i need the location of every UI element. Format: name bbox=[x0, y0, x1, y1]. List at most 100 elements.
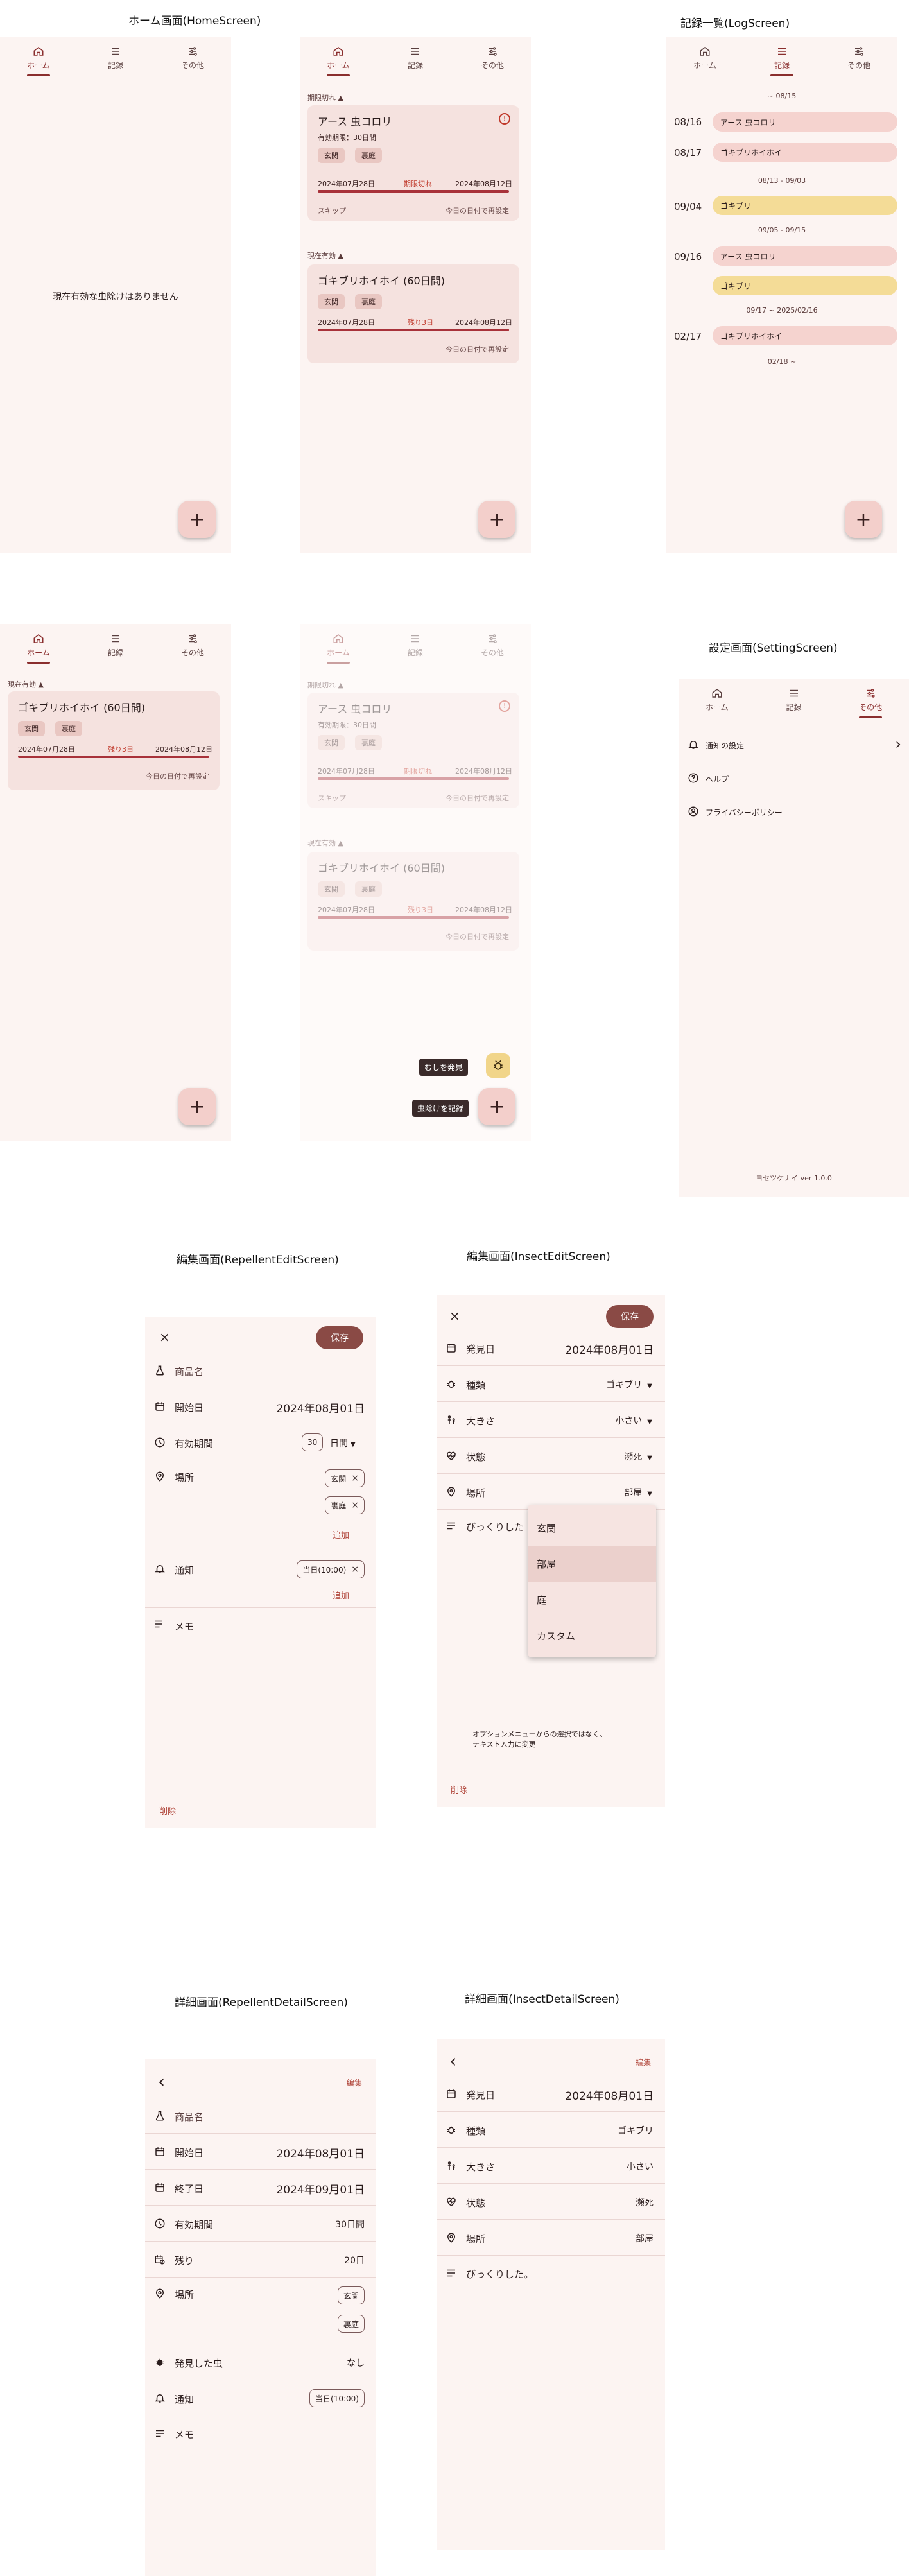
add-fab[interactable]: + bbox=[178, 1088, 216, 1125]
size-select[interactable]: 小さい ▼ bbox=[615, 1414, 652, 1427]
tab-home[interactable]: ホーム bbox=[300, 37, 377, 79]
close-button[interactable]: × bbox=[159, 1329, 170, 1345]
active-header[interactable]: 現在有効 ▲ bbox=[307, 250, 343, 261]
tab-log[interactable]: 記録 bbox=[743, 37, 820, 79]
delete-button[interactable]: 削除 bbox=[451, 1783, 467, 1795]
save-button[interactable]: 保存 bbox=[316, 1326, 363, 1349]
edit-button[interactable]: 編集 bbox=[636, 2057, 651, 2068]
add-notify-button[interactable]: 追加 bbox=[333, 1589, 349, 1601]
back-icon[interactable]: ‹ bbox=[449, 2050, 456, 2071]
start-date-row[interactable]: 開始日 2024年08月01日 bbox=[145, 1388, 376, 1424]
active-card[interactable]: ゴキブリホイホイ (60日間) 玄関 裏庭 2024年07月28日 残り3日 2… bbox=[8, 691, 220, 790]
tab-home[interactable]: ホーム bbox=[679, 679, 756, 721]
notify-chip[interactable]: 当日(10:00) × bbox=[297, 1560, 365, 1578]
tab-home[interactable]: ホーム bbox=[0, 37, 77, 79]
expired-card[interactable]: アース 虫コロリ ! 有効期限：30日間 玄関 裏庭 2024年07月28日 期… bbox=[307, 693, 519, 808]
add-fab[interactable]: + bbox=[478, 1088, 515, 1125]
place-select[interactable]: 部屋 ▼ bbox=[624, 1486, 652, 1499]
period-unit-select[interactable]: 日間 ▼ bbox=[330, 1437, 356, 1449]
place-chip[interactable]: 玄関 × bbox=[325, 1469, 365, 1487]
reset-button[interactable]: 今日の日付で再設定 bbox=[446, 205, 509, 216]
tab-home[interactable]: ホーム bbox=[0, 624, 77, 666]
place-chip[interactable]: 裏庭 × bbox=[325, 1496, 365, 1514]
expired-card[interactable]: アース 虫コロリ ! 有効期限：30日間 玄関 裏庭 2024年07月28日 期… bbox=[307, 105, 519, 221]
tab-other[interactable]: その他 bbox=[154, 624, 231, 666]
memo-field[interactable]: メモ bbox=[145, 1608, 376, 1659]
reset-button[interactable]: 今日の日付で再設定 bbox=[446, 931, 509, 942]
log-screen: ホーム 記録 その他 ~ 08/15 08/16 アース 虫コロリ 08/17 … bbox=[666, 37, 897, 553]
active-card[interactable]: ゴキブリホイホイ (60日間) 玄関 裏庭 2024年07月28日 残り3日 2… bbox=[307, 264, 519, 363]
remove-icon[interactable]: × bbox=[351, 1564, 359, 1575]
tab-home[interactable]: ホーム bbox=[666, 37, 743, 79]
active-header[interactable]: 現在有効 ▲ bbox=[307, 838, 343, 848]
tab-other[interactable]: その他 bbox=[454, 624, 531, 666]
skip-button[interactable]: スキップ bbox=[318, 793, 346, 803]
add-place-button[interactable]: 追加 bbox=[333, 1528, 349, 1541]
menu-item-niwa[interactable]: 庭 bbox=[528, 1582, 656, 1618]
expired-header[interactable]: 期限切れ ▲ bbox=[307, 92, 343, 103]
found-date-row[interactable]: 発見日 2024年08月01日 bbox=[437, 1330, 665, 1366]
kind-row[interactable]: 種類 ゴキブリ ▼ bbox=[437, 1366, 665, 1402]
save-button[interactable]: 保存 bbox=[606, 1305, 654, 1328]
add-fab[interactable]: + bbox=[845, 501, 882, 538]
menu-item-custom[interactable]: カスタム bbox=[528, 1618, 656, 1654]
add-fab[interactable]: + bbox=[478, 501, 515, 538]
add-fab[interactable]: + bbox=[178, 501, 216, 538]
state-select[interactable]: 瀕死 ▼ bbox=[624, 1450, 652, 1463]
place-row: 場所 玄関 × 裏庭 × 追加 bbox=[145, 1460, 376, 1550]
log-entry[interactable]: アース 虫コロリ bbox=[713, 246, 897, 266]
tab-log[interactable]: 記録 bbox=[377, 624, 454, 666]
home-screen-active: ホーム 記録 その他 現在有効 ▲ ゴキブリホイホイ (60日間) 玄関 裏庭 … bbox=[0, 624, 231, 1141]
remain-row: 残り 20日 bbox=[145, 2242, 376, 2278]
card-subtitle: 有効期限：30日間 bbox=[318, 721, 376, 729]
tab-log[interactable]: 記録 bbox=[756, 679, 833, 721]
active-card[interactable]: ゴキブリホイホイ (60日間) 玄関 裏庭 2024年07月28日 残り3日 2… bbox=[307, 852, 519, 951]
active-header[interactable]: 現在有効 ▲ bbox=[8, 679, 44, 689]
memo-placeholder: メモ bbox=[175, 1621, 195, 1632]
tab-other[interactable]: その他 bbox=[154, 37, 231, 79]
edit-button[interactable]: 編集 bbox=[347, 2077, 362, 2088]
period-number-input[interactable]: 30 bbox=[302, 1433, 324, 1451]
size-row[interactable]: 大きさ 小さい ▼ bbox=[437, 1402, 665, 1438]
tab-other[interactable]: その他 bbox=[832, 679, 909, 721]
log-entry[interactable]: ゴキブリ bbox=[713, 276, 897, 295]
found-date-value[interactable]: 2024年08月01日 bbox=[565, 1341, 654, 1357]
log-entry[interactable]: アース 虫コロリ bbox=[713, 112, 897, 132]
remove-icon[interactable]: × bbox=[351, 1500, 359, 1510]
log-date: 09/04 bbox=[674, 201, 702, 212]
log-entry[interactable]: ゴキブリホイホイ bbox=[713, 326, 897, 345]
log-entry[interactable]: ゴキブリホイホイ bbox=[713, 143, 897, 162]
progress-bar bbox=[18, 756, 209, 758]
remove-icon[interactable]: × bbox=[351, 1473, 359, 1483]
start-date-value[interactable]: 2024年08月01日 bbox=[276, 1399, 365, 1415]
tab-home[interactable]: ホーム bbox=[300, 624, 377, 666]
product-name-row[interactable]: 商品名 bbox=[145, 1353, 376, 1388]
tab-other[interactable]: その他 bbox=[454, 37, 531, 79]
reset-button[interactable]: 今日の日付で再設定 bbox=[446, 344, 509, 354]
log-entry[interactable]: ゴキブリ bbox=[713, 196, 897, 215]
back-icon[interactable]: ‹ bbox=[158, 2071, 165, 2092]
reset-button[interactable]: 今日の日付で再設定 bbox=[446, 793, 509, 803]
state-row[interactable]: 状態 瀕死 ▼ bbox=[437, 1438, 665, 1474]
expired-header[interactable]: 期限切れ ▲ bbox=[307, 680, 343, 690]
menu-item-genkan[interactable]: 玄関 bbox=[528, 1510, 656, 1546]
tab-log[interactable]: 記録 bbox=[377, 37, 454, 79]
kind-select[interactable]: ゴキブリ ▼ bbox=[606, 1378, 652, 1391]
menu-item-heya[interactable]: 部屋 bbox=[528, 1546, 656, 1582]
setting-notify-item[interactable]: 通知の設定 › bbox=[679, 734, 909, 757]
status-text: 残り3日 bbox=[408, 906, 433, 914]
close-button[interactable]: × bbox=[449, 1308, 460, 1324]
delete-button[interactable]: 削除 bbox=[159, 1804, 176, 1817]
tab-log[interactable]: 記録 bbox=[77, 624, 154, 666]
product-name-input[interactable]: 商品名 bbox=[175, 1365, 203, 1378]
map-pin-icon bbox=[444, 1485, 458, 1499]
setting-help-item[interactable]: ヘルプ bbox=[679, 767, 909, 790]
found-insect-fab[interactable] bbox=[486, 1053, 510, 1078]
tab-log[interactable]: 記録 bbox=[77, 37, 154, 79]
setting-privacy-item[interactable]: プライバシーポリシー bbox=[679, 800, 909, 824]
skip-button[interactable]: スキップ bbox=[318, 205, 346, 216]
bug-icon bbox=[153, 2355, 167, 2369]
reset-button[interactable]: 今日の日付で再設定 bbox=[146, 771, 209, 781]
card-title: ゴキブリホイホイ (60日間) bbox=[318, 862, 445, 874]
tab-other[interactable]: その他 bbox=[820, 37, 897, 79]
